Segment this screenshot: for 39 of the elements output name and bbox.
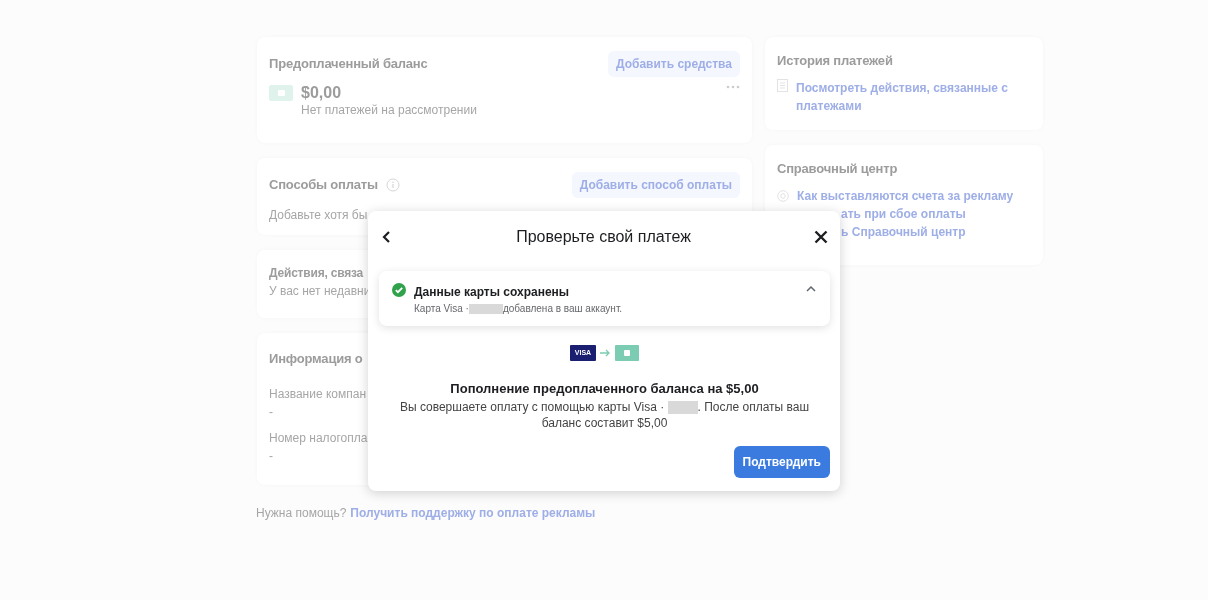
more-icon [726,85,740,89]
dialog-title: Проверьте свой платеж [516,227,691,247]
collapse-button[interactable] [804,283,818,294]
card-title: Действия, связа [269,265,364,282]
help-link[interactable]: Как выставляются счета за рекламу [797,186,1014,205]
close-button[interactable] [812,228,830,246]
summary-text: Вы совершаете оплату с помощью карты Visa · . После оплаты ваш баланс составит $5,00 [398,398,811,431]
balance-note: Нет платежей на рассмотрении [301,102,477,119]
back-icon [381,230,393,244]
payment-methods-note: Добавьте хотя бы [269,207,368,224]
field-value: - [269,447,273,465]
support-link[interactable]: Получить поддержку по оплате рекламы [350,504,596,522]
summary-title: Пополнение предоплаченного баланса на $5,00 [449,380,760,398]
info-icon [385,178,400,192]
card-title: Справочный центр [777,160,898,178]
field-value: - [269,403,273,421]
card-title: Способы оплаты [269,176,378,195]
add-funds-button[interactable]: Добавить средства [607,51,740,77]
confirm-button[interactable]: Подтвердить [733,445,830,478]
help-link[interactable]: ать при сбое оплаты [841,204,966,223]
balance-amount: $0,00 [301,85,342,101]
arrow-icon [600,349,612,357]
payment-activity-link[interactable]: Посмотреть действия, связанные с платежами [796,78,1031,115]
close-icon [814,230,828,244]
field-label: Название компан [269,385,367,403]
wallet-icon [615,345,640,361]
check-circle-icon [392,283,406,297]
card-title: Предоплаченный баланс [269,55,428,74]
notice-title: Данные карты сохранены [414,284,571,301]
notice-text: Карта Visa · добавлена в ваш аккаунт. [414,302,623,316]
add-payment-method-button[interactable]: Добавить способ оплаты [571,172,740,198]
help-text: Нужна помощь? [256,505,347,522]
chevron-icon [806,285,816,292]
card-title: Информация о [269,350,363,368]
wallet-icon [269,85,293,101]
field-label: Номер налогопла [269,429,368,447]
help-link[interactable]: ь Справочный центр [841,222,966,241]
document-icon [777,78,788,92]
card-title: История платежей [777,52,893,70]
